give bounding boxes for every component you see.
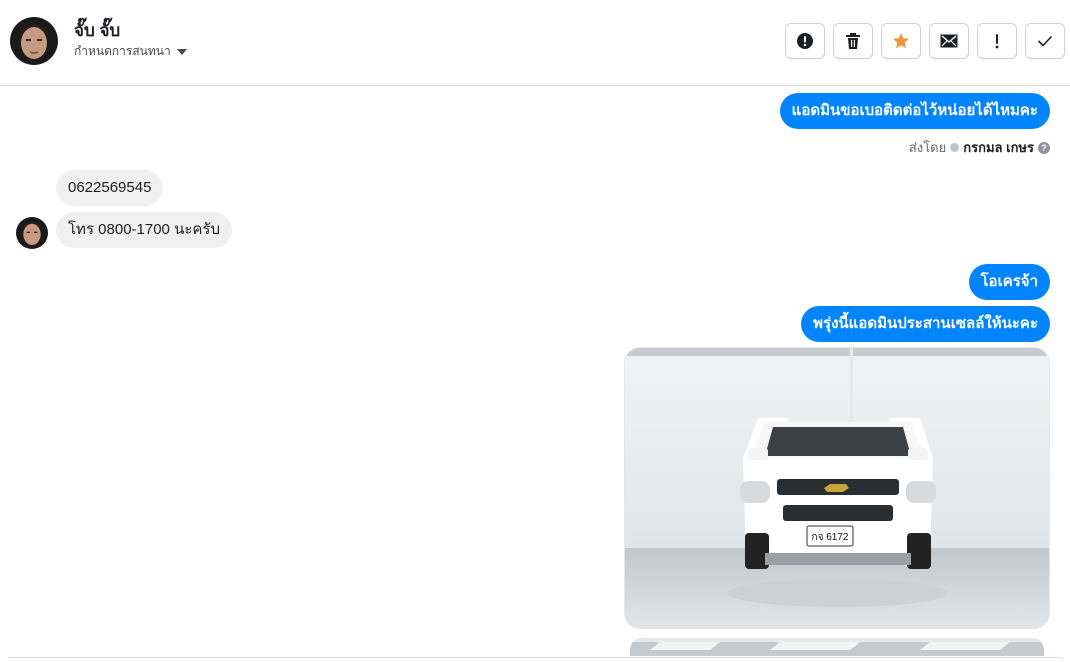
- exclamation-icon: [995, 34, 999, 49]
- check-icon: [1037, 35, 1053, 47]
- alert-circle-icon: [797, 33, 813, 49]
- page-badge-icon: [950, 143, 960, 152]
- contact-avatar[interactable]: [10, 17, 58, 65]
- sender-name[interactable]: กรกมล เกษร: [963, 137, 1034, 158]
- trash-icon: [846, 33, 860, 49]
- assign-label: กำหนดการสนทนา: [74, 44, 171, 58]
- follow-up-button[interactable]: [977, 23, 1017, 59]
- help-icon[interactable]: ?: [1038, 141, 1050, 154]
- message-thread[interactable]: แอดมินขอเบอติดต่อไว้หน่อยได้ไหมคะ ส่งโดย…: [0, 86, 1070, 656]
- photo-attachment[interactable]: [630, 638, 1044, 656]
- star-button[interactable]: [881, 23, 921, 59]
- assign-conversation-dropdown[interactable]: กำหนดการสนทนา: [74, 42, 187, 61]
- message-bubble-outgoing[interactable]: พรุ่งนี้แอดมินประสานเซลล์ให้นะคะ: [801, 306, 1050, 342]
- photo-attachment[interactable]: กจ 6172: [624, 347, 1050, 629]
- message-bubble-outgoing[interactable]: แอดมินขอเบอติดต่อไว้หน่อยได้ไหมคะ: [779, 93, 1050, 129]
- contact-name[interactable]: จั๊บ จั๊บ: [74, 17, 120, 44]
- contact-avatar-small[interactable]: [16, 217, 48, 249]
- mark-unread-button[interactable]: [929, 23, 969, 59]
- license-plate-text: กจ 6172: [812, 532, 849, 543]
- delete-button[interactable]: [833, 23, 873, 59]
- mark-done-button[interactable]: [1025, 23, 1065, 59]
- sent-by-prefix: ส่งโดย: [908, 140, 947, 155]
- envelope-icon: [940, 34, 958, 48]
- composer-divider: [8, 657, 1062, 658]
- sent-by-info: ส่งโดย กรกมล เกษร ?: [909, 137, 1050, 158]
- message-bubble-incoming[interactable]: โทร 0800-1700 นะครับ: [56, 212, 232, 248]
- star-icon: [893, 33, 909, 49]
- spam-alert-button[interactable]: [785, 23, 825, 59]
- conversation-actions: [785, 23, 1065, 59]
- caret-down-icon: [176, 48, 187, 55]
- message-bubble-outgoing[interactable]: โอเครจ้า: [968, 264, 1050, 300]
- message-bubble-incoming[interactable]: 0622569545: [56, 170, 164, 206]
- conversation-header: จั๊บ จั๊บ กำหนดการสนทนา: [0, 0, 1070, 86]
